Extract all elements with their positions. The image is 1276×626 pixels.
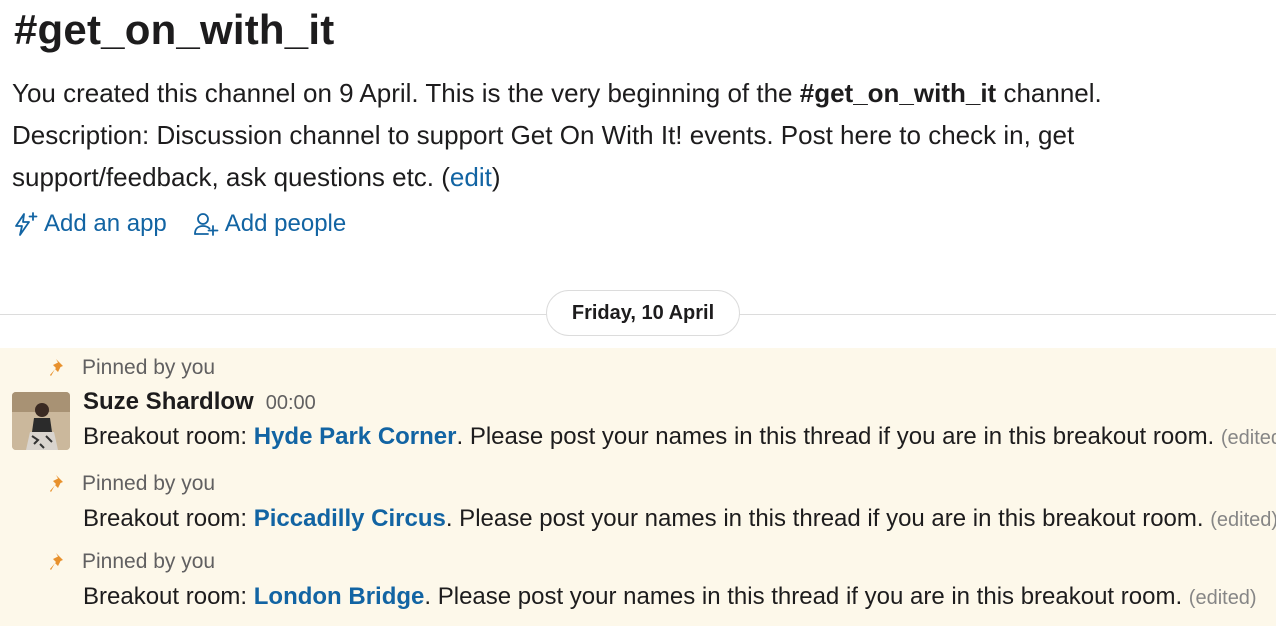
- room-link[interactable]: Hyde Park Corner: [254, 423, 457, 450]
- lightning-plus-icon: [15, 212, 38, 236]
- add-people-button[interactable]: Add people: [193, 210, 346, 238]
- channel-title: #get_on_with_it: [14, 6, 335, 53]
- room-link[interactable]: Piccadilly Circus: [254, 505, 446, 532]
- intro-suffix: channel.: [996, 78, 1102, 108]
- pin-icon: [50, 553, 63, 570]
- description-close-paren: ): [491, 162, 501, 192]
- intro-prefix: You created this channel on 9 April. Thi…: [12, 78, 800, 108]
- message-timestamp[interactable]: 00:00: [266, 392, 316, 415]
- pinned-label: Pinned by you: [82, 356, 216, 379]
- message-text: Breakout room: London Bridge. Please pos…: [83, 583, 1257, 611]
- intro-channel-name: #get_on_with_it: [799, 78, 997, 108]
- add-app-button[interactable]: Add an app: [12, 210, 167, 238]
- person-plus-icon: [193, 213, 219, 236]
- message-body: . Please post your names in this thread …: [445, 505, 1211, 532]
- room-link[interactable]: London Bridge: [254, 583, 425, 610]
- channel-intro: You created this channel on 9 April. Thi…: [12, 72, 1262, 198]
- edited-marker: (edited): [1210, 509, 1276, 531]
- message-prefix: Breakout room:: [83, 423, 254, 450]
- edited-marker: (edited): [1188, 587, 1257, 609]
- add-people-label: Add people: [224, 210, 347, 237]
- message-text: Breakout room: Hyde Park Corner. Please …: [83, 423, 1276, 451]
- pin-icon: [50, 475, 63, 492]
- pinned-label: Pinned by you: [82, 550, 216, 573]
- edit-description-link[interactable]: edit: [450, 162, 492, 192]
- channel-description: Description: Discussion channel to suppo…: [12, 120, 1075, 192]
- message-prefix: Breakout room:: [83, 505, 254, 532]
- message-prefix: Breakout room:: [83, 583, 254, 610]
- user-photo-icon: [12, 392, 70, 450]
- channel-actions: Add an app Add people: [12, 210, 346, 238]
- pinned-indicator: Pinned by you: [48, 550, 215, 574]
- add-app-label: Add an app: [44, 210, 167, 237]
- pin-icon: [50, 359, 63, 376]
- sender-name[interactable]: Suze Shardlow: [83, 388, 254, 416]
- channel-view: #get_on_with_it You created this channel…: [0, 0, 1276, 626]
- message-text: Breakout room: Piccadilly Circus. Please…: [83, 505, 1276, 533]
- message-body: . Please post your names in this thread …: [456, 423, 1221, 450]
- avatar[interactable]: [12, 392, 70, 450]
- edited-marker: (edited): [1220, 427, 1276, 449]
- message-body: . Please post your names in this thread …: [424, 583, 1189, 610]
- pinned-label: Pinned by you: [82, 472, 216, 495]
- pinned-indicator: Pinned by you: [48, 472, 215, 496]
- date-divider-button[interactable]: Friday, 10 April: [546, 290, 740, 336]
- pinned-indicator: Pinned by you: [48, 356, 215, 380]
- message-header: Suze Shardlow 00:00: [83, 388, 316, 416]
